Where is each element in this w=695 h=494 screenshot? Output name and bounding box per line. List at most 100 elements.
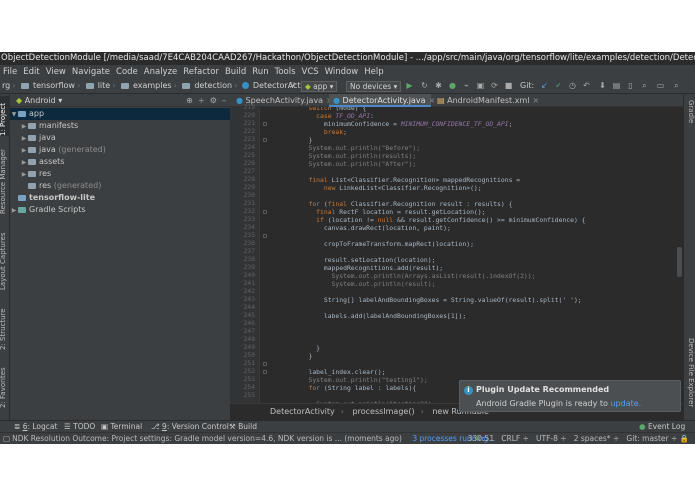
nav-crumb-lite[interactable]: lite [96,79,113,93]
nav-crumb-detection[interactable]: detection [192,79,234,93]
git-history-icon[interactable]: ◷ [568,81,577,90]
line-separator[interactable]: CRLF [501,434,520,443]
file-encoding[interactable]: UTF-8 [536,434,558,443]
tab-androidmanifest[interactable]: ▤ AndroidManifest.xml × [433,94,543,107]
sync-icon[interactable]: ⟳ [490,81,499,90]
breadcrumb-method[interactable]: processImage() [353,407,415,416]
menu-tools[interactable]: Tools [272,65,299,79]
nav-crumb-tensorflow[interactable]: tensorflow [31,79,77,93]
lock-icon[interactable]: 🔒 [680,434,689,443]
profile-icon[interactable]: ● [448,81,457,90]
avd-manager-icon[interactable]: ▯ [626,81,635,90]
code-line[interactable]: cropToFrameTransform.mapRect(location); [270,240,474,248]
fold-marker-icon[interactable] [263,210,267,214]
code-line[interactable]: result.setLocation(location); [270,256,436,264]
code-line[interactable]: break; [270,128,347,136]
editor-scrollbar[interactable] [677,107,682,307]
tree-item-res-generated[interactable]: res (generated) [10,180,230,192]
collapse-all-icon[interactable]: ÷ [198,96,205,105]
fold-marker-icon[interactable] [263,234,267,238]
menu-navigate[interactable]: Navigate [69,65,113,79]
status-message[interactable]: NDK Resolution Outcome: Project settings… [12,434,402,443]
hide-panel-icon[interactable]: – [222,96,226,105]
menu-code[interactable]: Code [113,65,141,79]
code-line[interactable]: System.out.println(results); [270,152,416,160]
chevron-down-icon[interactable]: ▾ [58,96,62,105]
tree-item-app[interactable]: ▼ app [10,108,230,120]
menu-edit[interactable]: Edit [20,65,42,79]
code-line[interactable]: for (String label : labels){ [270,384,416,392]
code-line[interactable]: if (location != null && result.getConfid… [270,216,585,224]
tool-gradle[interactable]: Gradle [685,100,695,140]
menu-vcs[interactable]: VCS [299,65,322,79]
code-line[interactable]: minimumConfidence = MINIMUM_CONFIDENCE_T… [270,120,513,128]
tree-item-assets[interactable]: ▶ assets [10,156,230,168]
fold-marker-icon[interactable] [263,122,267,126]
code-area[interactable]: switch (mode) { case TF_OD_API: minimumC… [230,107,683,403]
code-line[interactable]: System.out.println("After"); [270,160,416,168]
caret-position[interactable]: 330:51 [468,434,494,443]
code-line[interactable]: System.out.println("testing1"); [270,376,427,384]
chevron-right-icon[interactable]: ▶ [10,205,18,217]
menu-file[interactable]: File [0,65,20,79]
device-icon[interactable]: ▭ [656,81,665,90]
git-commit-icon[interactable]: ✓ [554,81,563,90]
code-line[interactable]: for (final Classifier.Recognition result… [270,200,512,208]
code-line[interactable]: System.out.println(result); [270,280,436,288]
search-icon[interactable]: ⌕ [672,81,681,90]
run-config-select[interactable]: ◆ app ▾ [301,81,338,92]
run-icon[interactable]: ▶ [405,81,414,90]
gear-icon[interactable]: ⚙ [210,96,217,105]
nav-crumb-org[interactable]: rg [0,79,12,93]
tool-device-file-explorer[interactable]: Device File Explorer [685,338,695,416]
code-line[interactable]: } [270,136,312,144]
debug-icon[interactable]: ✱ [434,81,443,90]
git-revert-icon[interactable]: ↶ [582,81,591,90]
breadcrumb-class[interactable]: DetectorActivity [270,407,335,416]
update-link[interactable]: update. [610,399,641,408]
fold-marker-icon[interactable] [263,362,267,366]
coverage-icon[interactable]: ▣ [476,81,485,90]
code-line[interactable]: System.out.println("Before"); [270,144,420,152]
code-line[interactable]: label_index.clear(); [270,368,385,376]
git-update-icon[interactable]: ↙ [540,81,549,90]
tree-item-manifests[interactable]: ▶ manifests [10,120,230,132]
menu-refactor[interactable]: Refactor [180,65,222,79]
code-line[interactable]: String[] labelAndBoundingBoxes = String.… [270,296,582,304]
stop-icon[interactable]: ■ [504,81,513,90]
sync-scroll-icon[interactable]: ⊕ [186,96,193,105]
hammer-icon[interactable]: ⚒ [288,81,297,90]
code-line[interactable]: case TF_OD_API: [270,112,374,120]
code-line[interactable]: } [270,352,312,360]
menu-window[interactable]: Window [322,65,362,79]
code-line[interactable]: mappedRecognitions.add(result); [270,264,443,272]
tree-item-java[interactable]: ▶ java [10,132,230,144]
code-line[interactable]: final List<Classifier.Recognition> mappe… [270,176,520,184]
code-line[interactable]: new LinkedList<Classifier.Recognition>()… [270,184,482,192]
tree-item-gradle-scripts[interactable]: ▶ Gradle Scripts [10,204,230,216]
code-line[interactable]: canvas.drawRect(location, paint); [270,224,451,232]
attach-debugger-icon[interactable]: ⌁ [462,81,471,90]
layout-inspector-icon[interactable]: ⌕ [640,81,649,90]
menu-view[interactable]: View [43,65,69,79]
menu-run[interactable]: Run [249,65,271,79]
fold-marker-icon[interactable] [263,138,267,142]
menu-analyze[interactable]: Analyze [141,65,181,79]
sdk-manager-icon[interactable]: ⬇ [598,81,607,90]
indent-setting[interactable]: 2 spaces* [574,434,611,443]
menu-build[interactable]: Build [222,65,249,79]
code-line[interactable]: final RectF location = result.getLocatio… [270,208,485,216]
scrollbar-thumb[interactable] [677,247,682,277]
tree-item-java-generated[interactable]: ▶ java (generated) [10,144,230,156]
code-line[interactable]: } [270,344,320,352]
git-branch[interactable]: Git: master [626,434,668,443]
close-icon[interactable]: × [532,96,539,105]
project-structure-icon[interactable]: ▤ [612,81,621,90]
tree-item-tensorflow-lite[interactable]: tensorflow-lite [10,192,230,204]
nav-crumb-examples[interactable]: examples [131,79,174,93]
menu-help[interactable]: Help [361,65,386,79]
apply-changes-icon[interactable]: ↻ [420,81,429,90]
tab-detectoractivity[interactable]: ● DetectorActivity.java × [329,94,435,107]
fold-marker-icon[interactable] [263,370,267,374]
code-line[interactable]: System.out.println(Arrays.asList(result)… [270,272,536,280]
